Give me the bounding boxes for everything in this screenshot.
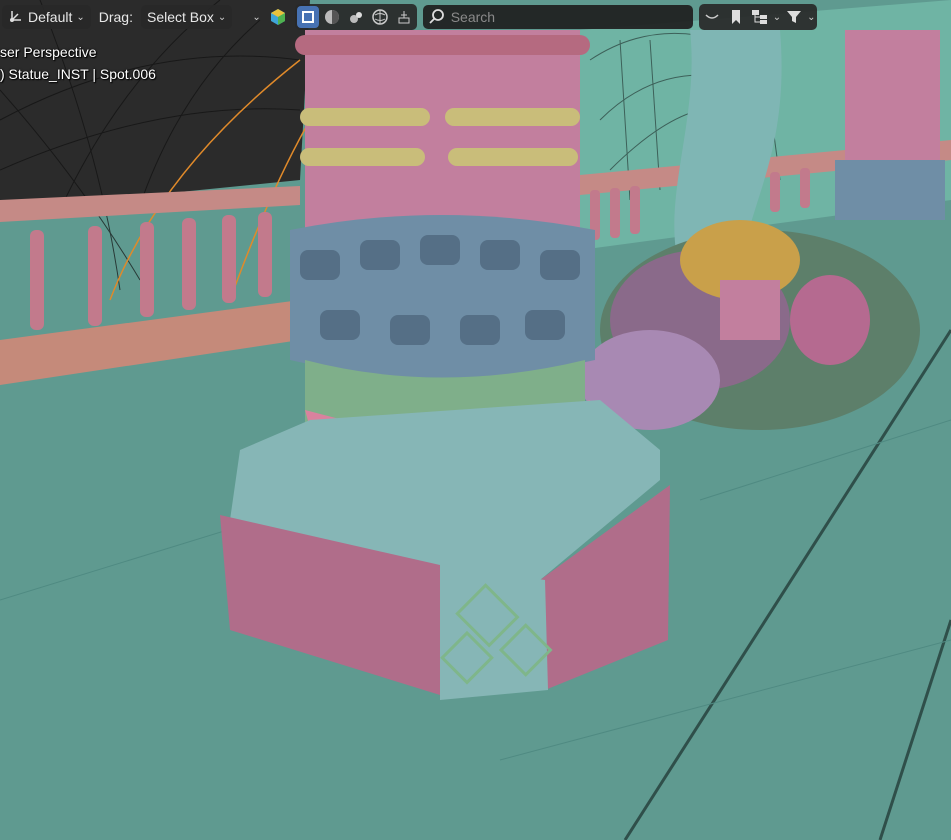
outliner-tools-group: ⌄ ⌄ (698, 4, 818, 30)
drag-label: Drag: (98, 9, 133, 25)
chevron-down-icon: ⌄ (217, 11, 227, 23)
filter-icon[interactable] (783, 6, 805, 28)
viewport-header: Default ⌄ Drag: Select Box ⌄ ⌄ Search ⌄ … (0, 0, 951, 34)
transform-orientation-dropdown[interactable]: Default ⌄ (2, 5, 91, 29)
distant-pillar-ornament (835, 160, 945, 220)
search-icon (429, 8, 451, 27)
search-placeholder: Search (450, 9, 496, 25)
shading-modes-group (294, 4, 417, 30)
drag-mode-dropdown[interactable]: Select Box ⌄ (140, 5, 233, 29)
transform-orientation-icon (8, 8, 24, 27)
collapse-icon[interactable] (701, 6, 723, 28)
search-input[interactable]: Search (422, 5, 693, 29)
distant-pillar (845, 30, 940, 180)
rendered-shading-icon[interactable] (369, 6, 391, 28)
bookmark-icon[interactable] (725, 6, 747, 28)
orientation-label: Default (28, 9, 73, 25)
3d-viewport[interactable] (0, 0, 951, 840)
pillar-ring (295, 35, 590, 55)
chevron-down-icon[interactable]: ⌄ (807, 12, 815, 23)
overlay-dropdown-chevron-icon[interactable]: ⌄ (252, 12, 260, 23)
gizmo-icon[interactable] (393, 6, 415, 28)
drag-mode-label: Select Box (146, 9, 214, 25)
solid-shading-icon[interactable] (321, 6, 343, 28)
viewport-overlays-icon[interactable] (267, 6, 289, 28)
object-info-label: ) Statue_INST | Spot.006 (0, 66, 156, 82)
chevron-down-icon: ⌄ (76, 11, 85, 23)
view-name-label: ser Perspective (0, 44, 97, 60)
wireframe-toggle-icon[interactable] (296, 6, 319, 28)
hierarchy-icon[interactable] (749, 6, 771, 28)
chevron-down-icon[interactable]: ⌄ (773, 12, 781, 23)
material-preview-icon[interactable] (345, 6, 367, 28)
